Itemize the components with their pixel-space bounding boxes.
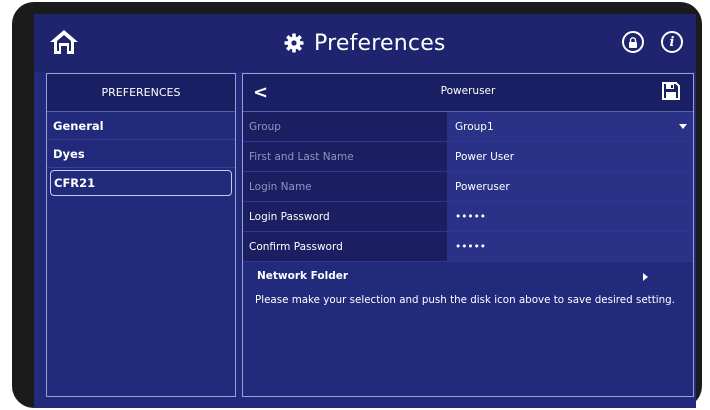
sidebar-item-dyes[interactable]: Dyes	[47, 140, 235, 168]
right-panel: < Poweruser Group Group1 First and Last …	[242, 73, 694, 397]
left-panel-title: PREFERENCES	[47, 74, 235, 112]
sidebar-item-label: CFR21	[54, 176, 96, 190]
network-folder-label: Network Folder	[257, 270, 349, 282]
right-panel-header: < Poweruser	[243, 74, 693, 112]
field-row-password: Login Password •••••	[243, 202, 693, 232]
network-folder-row[interactable]: Network Folder	[243, 262, 693, 290]
group-dropdown[interactable]: Group1	[447, 112, 693, 141]
confirm-password-field[interactable]: •••••	[447, 232, 693, 261]
sidebar-item-cfr21[interactable]: CFR21	[50, 170, 232, 196]
top-bar: Preferences i	[34, 14, 696, 72]
chevron-right-icon	[643, 273, 648, 281]
info-glyph: i	[669, 34, 675, 50]
sidebar-item-general[interactable]: General	[47, 112, 235, 140]
login-name-field[interactable]: Poweruser	[447, 172, 693, 201]
home-icon[interactable]	[48, 27, 80, 57]
field-value: Group1	[455, 120, 494, 133]
chevron-down-icon	[679, 124, 687, 129]
field-row-confirm-password: Confirm Password •••••	[243, 232, 693, 262]
field-row-name: First and Last Name Power User	[243, 142, 693, 172]
password-field[interactable]: •••••	[447, 202, 693, 231]
name-field[interactable]: Power User	[447, 142, 693, 171]
field-label: First and Last Name	[243, 142, 447, 171]
device-bezel: Preferences i PREFERENCES General Dyes C	[12, 2, 702, 408]
save-icon[interactable]	[661, 81, 681, 105]
sidebar-item-label: Dyes	[53, 146, 85, 161]
page-title-group: Preferences	[284, 28, 446, 58]
field-label: Login Name	[243, 172, 447, 201]
left-panel: PREFERENCES General Dyes CFR21	[46, 73, 236, 397]
page-title: Preferences	[314, 30, 446, 56]
field-row-group: Group Group1	[243, 112, 693, 142]
field-label: Login Password	[243, 202, 447, 231]
info-icon[interactable]: i	[661, 31, 683, 53]
sidebar-item-label: General	[53, 118, 104, 133]
field-label: Group	[243, 112, 447, 141]
user-title: Poweruser	[440, 85, 496, 97]
instruction-text: Please make your selection and push the …	[255, 294, 675, 306]
lock-icon[interactable]	[622, 31, 644, 53]
field-label: Confirm Password	[243, 232, 447, 261]
field-row-login-name: Login Name Poweruser	[243, 172, 693, 202]
screen: Preferences i PREFERENCES General Dyes C	[34, 14, 696, 408]
gear-icon	[284, 33, 304, 53]
